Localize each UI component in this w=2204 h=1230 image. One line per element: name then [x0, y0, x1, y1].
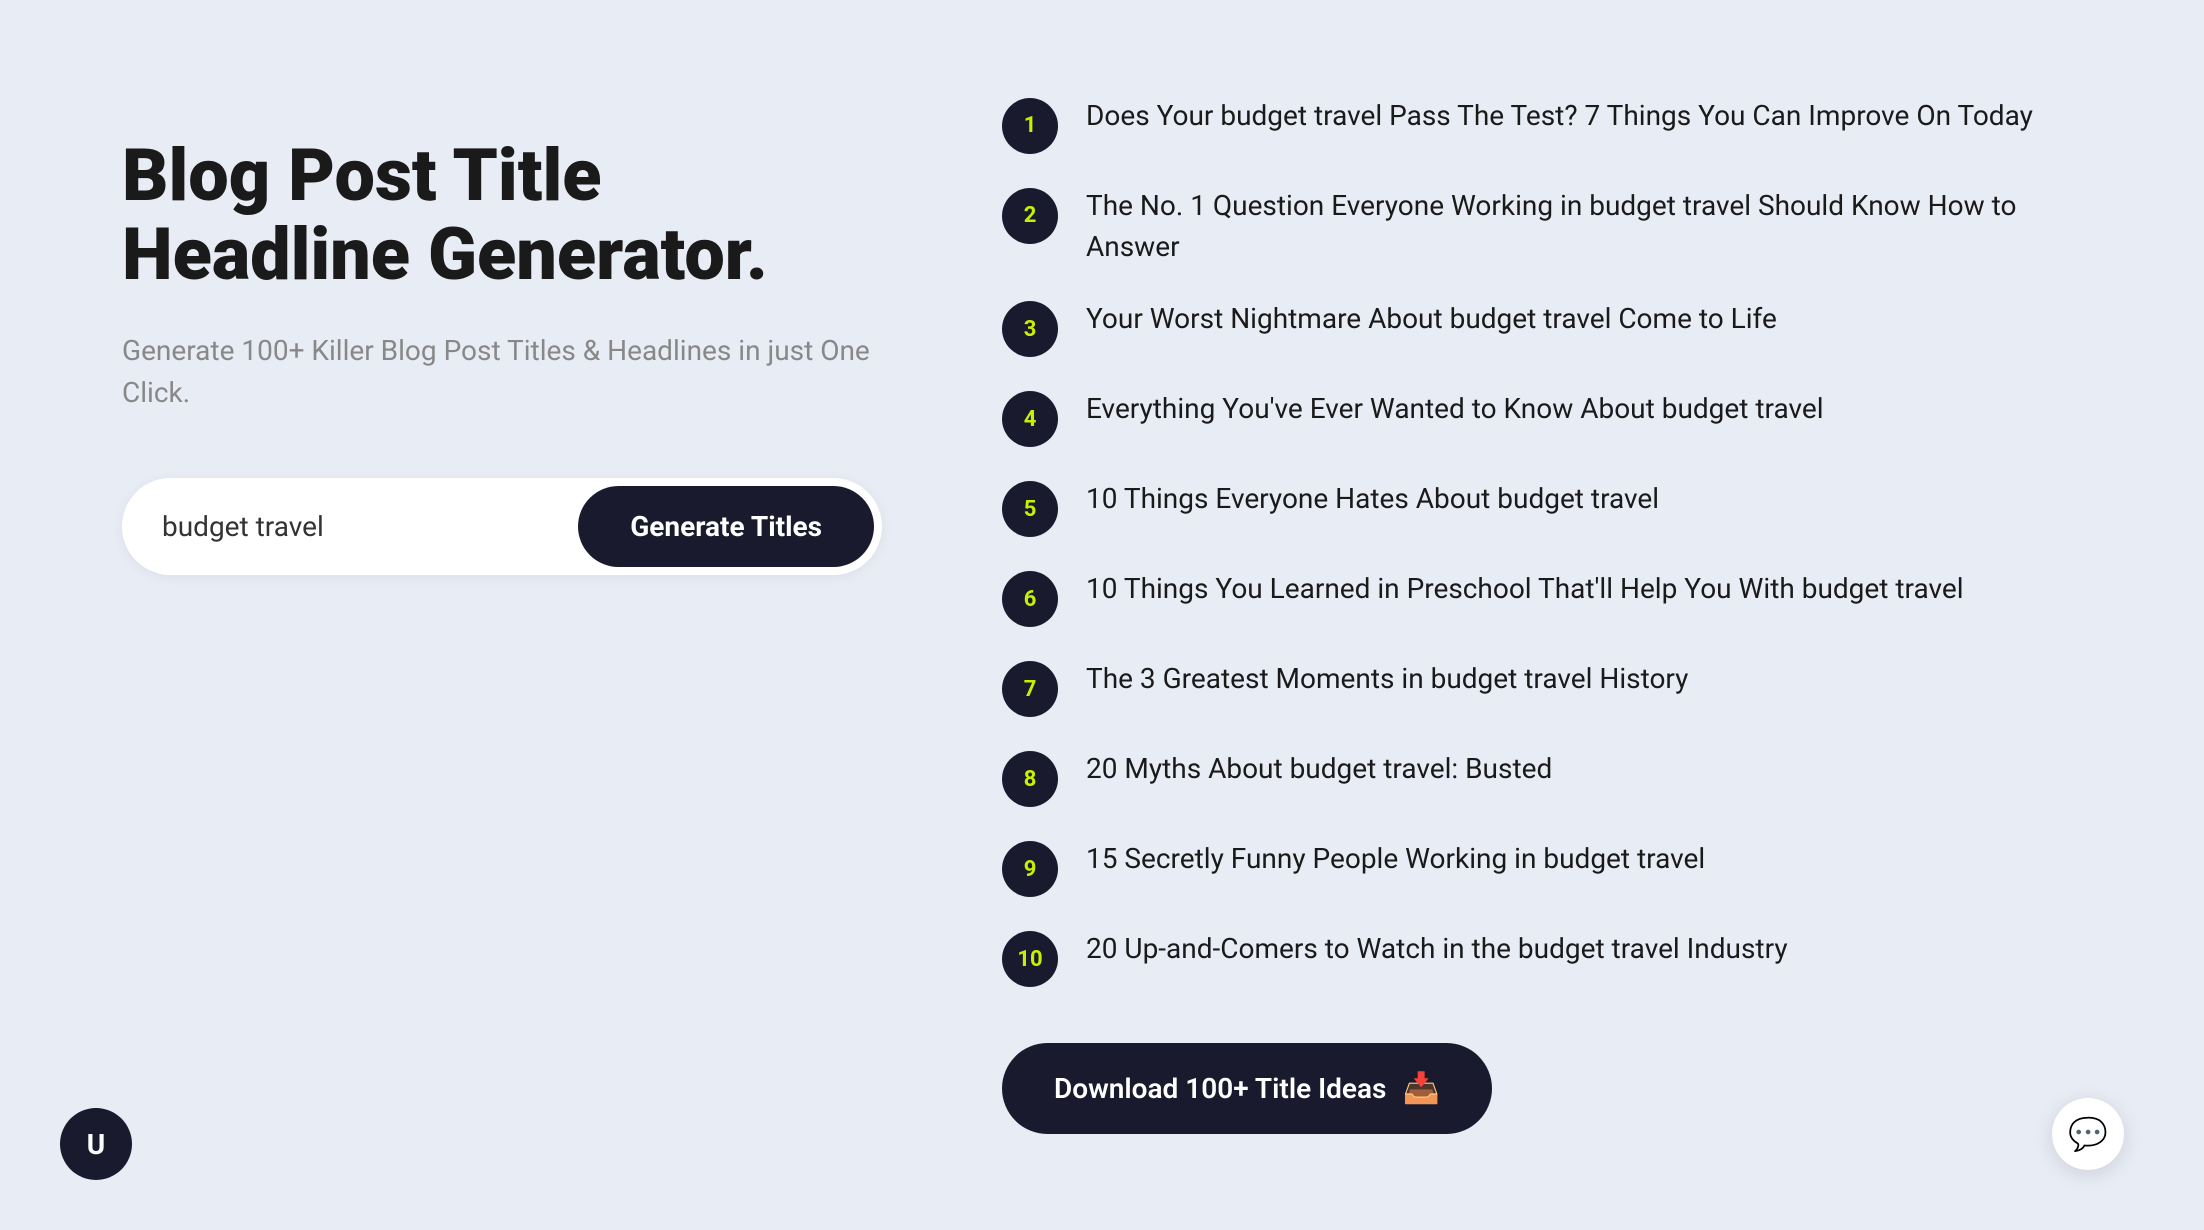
title-item: 7 The 3 Greatest Moments in budget travel…: [1002, 659, 2082, 717]
item-text: Everything You've Ever Wanted to Know Ab…: [1086, 389, 1824, 430]
generate-button[interactable]: Generate Titles: [578, 486, 874, 567]
item-number: 9: [1002, 841, 1058, 897]
keyword-input[interactable]: [162, 510, 578, 543]
content-wrapper: Blog Post Title Headline Generator. Gene…: [122, 96, 2082, 1134]
input-group: Generate Titles: [122, 478, 882, 575]
item-text: 20 Up-and-Comers to Watch in the budget …: [1086, 929, 1788, 970]
item-text: 15 Secretly Funny People Working in budg…: [1086, 839, 1705, 880]
title-item: 2 The No. 1 Question Everyone Working in …: [1002, 186, 2082, 267]
download-button-label: Download 100+ Title Ideas: [1054, 1072, 1386, 1105]
item-number: 4: [1002, 391, 1058, 447]
title-item: 9 15 Secretly Funny People Working in bud…: [1002, 839, 2082, 897]
title-item: 8 20 Myths About budget travel: Busted: [1002, 749, 2082, 807]
item-text: Does Your budget travel Pass The Test? 7…: [1086, 96, 2033, 137]
chat-icon: 💬: [2068, 1115, 2108, 1153]
item-number: 7: [1002, 661, 1058, 717]
item-text: 10 Things You Learned in Preschool That'…: [1086, 569, 1964, 610]
title-item: 6 10 Things You Learned in Preschool That…: [1002, 569, 2082, 627]
item-number: 5: [1002, 481, 1058, 537]
item-text: The No. 1 Question Everyone Working in b…: [1086, 186, 2082, 267]
title-item: 5 10 Things Everyone Hates About budget t…: [1002, 479, 2082, 537]
item-number: 1: [1002, 98, 1058, 154]
item-text: The 3 Greatest Moments in budget travel …: [1086, 659, 1688, 700]
titles-list: 1 Does Your budget travel Pass The Test? …: [1002, 96, 2082, 987]
download-button[interactable]: Download 100+ Title Ideas 📥: [1002, 1043, 1492, 1134]
bottom-left-avatar[interactable]: U: [60, 1108, 132, 1180]
avatar-initial: U: [87, 1128, 105, 1161]
item-text: 20 Myths About budget travel: Busted: [1086, 749, 1552, 790]
title-item: 1 Does Your budget travel Pass The Test? …: [1002, 96, 2082, 154]
download-icon: 📥: [1402, 1071, 1439, 1106]
item-number: 3: [1002, 301, 1058, 357]
item-number: 2: [1002, 188, 1058, 244]
item-text: Your Worst Nightmare About budget travel…: [1086, 299, 1777, 340]
left-panel: Blog Post Title Headline Generator. Gene…: [122, 96, 882, 575]
main-title: Blog Post Title Headline Generator.: [122, 136, 882, 294]
item-number: 6: [1002, 571, 1058, 627]
title-item: 4 Everything You've Ever Wanted to Know A…: [1002, 389, 2082, 447]
title-item: 10 20 Up-and-Comers to Watch in the budge…: [1002, 929, 2082, 987]
subtitle: Generate 100+ Killer Blog Post Titles & …: [122, 330, 882, 414]
item-text: 10 Things Everyone Hates About budget tr…: [1086, 479, 1659, 520]
title-item: 3 Your Worst Nightmare About budget trave…: [1002, 299, 2082, 357]
item-number: 8: [1002, 751, 1058, 807]
chat-bubble[interactable]: 💬: [2052, 1098, 2124, 1170]
page-container: Blog Post Title Headline Generator. Gene…: [0, 0, 2204, 1230]
right-panel: 1 Does Your budget travel Pass The Test? …: [1002, 96, 2082, 1134]
item-number: 10: [1002, 931, 1058, 987]
